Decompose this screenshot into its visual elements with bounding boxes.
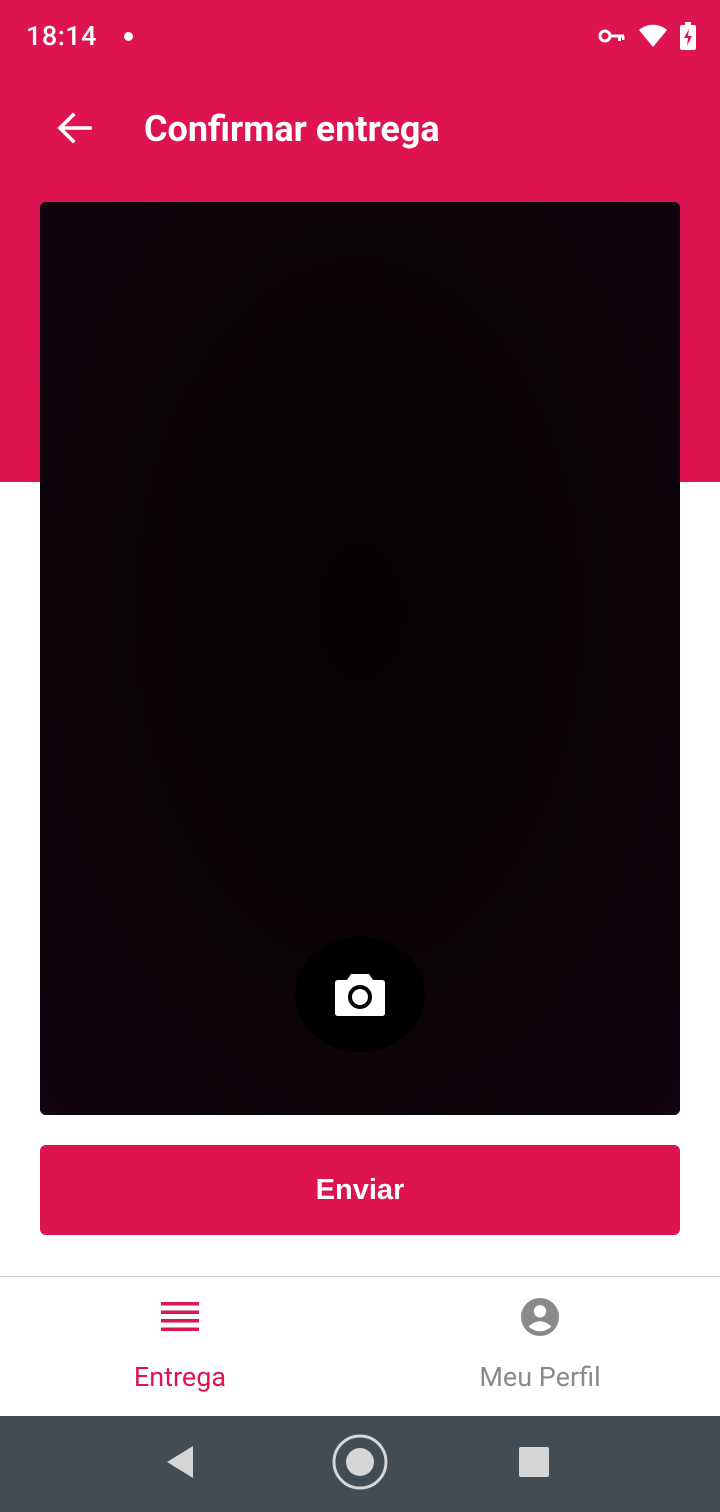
back-button[interactable] — [44, 100, 104, 160]
nav-label-meu-perfil: Meu Perfil — [479, 1361, 601, 1393]
status-icons — [598, 22, 696, 54]
system-back-button[interactable] — [150, 1434, 210, 1494]
account-circle-icon — [520, 1297, 560, 1337]
list-icon — [160, 1297, 200, 1337]
status-bar: 18:14 — [0, 0, 720, 76]
system-navigation-bar — [0, 1416, 720, 1512]
nav-label-entrega: Entrega — [133, 1361, 227, 1393]
bottom-navigation: Entrega Meu Perfil — [0, 1276, 720, 1416]
vpn-key-icon — [598, 28, 626, 48]
wifi-icon — [638, 24, 668, 52]
page-title: Confirmar entrega — [144, 108, 440, 150]
capture-photo-button[interactable] — [295, 937, 425, 1052]
triangle-back-icon — [165, 1445, 195, 1483]
status-time: 18:14 — [26, 20, 98, 52]
send-button[interactable]: Enviar — [40, 1145, 680, 1235]
app-bar: Confirmar entrega — [0, 86, 720, 174]
camera-preview — [40, 202, 680, 1115]
camera-icon — [335, 970, 385, 1020]
nav-item-entrega[interactable]: Entrega — [0, 1277, 360, 1417]
battery-charging-icon — [680, 22, 696, 54]
square-recents-icon — [519, 1447, 549, 1481]
circle-home-icon — [331, 1433, 389, 1495]
notification-dot-icon — [124, 32, 133, 41]
system-home-button[interactable] — [330, 1434, 390, 1494]
nav-item-meu-perfil[interactable]: Meu Perfil — [360, 1277, 720, 1417]
system-recents-button[interactable] — [504, 1434, 564, 1494]
arrow-back-icon — [56, 112, 92, 148]
